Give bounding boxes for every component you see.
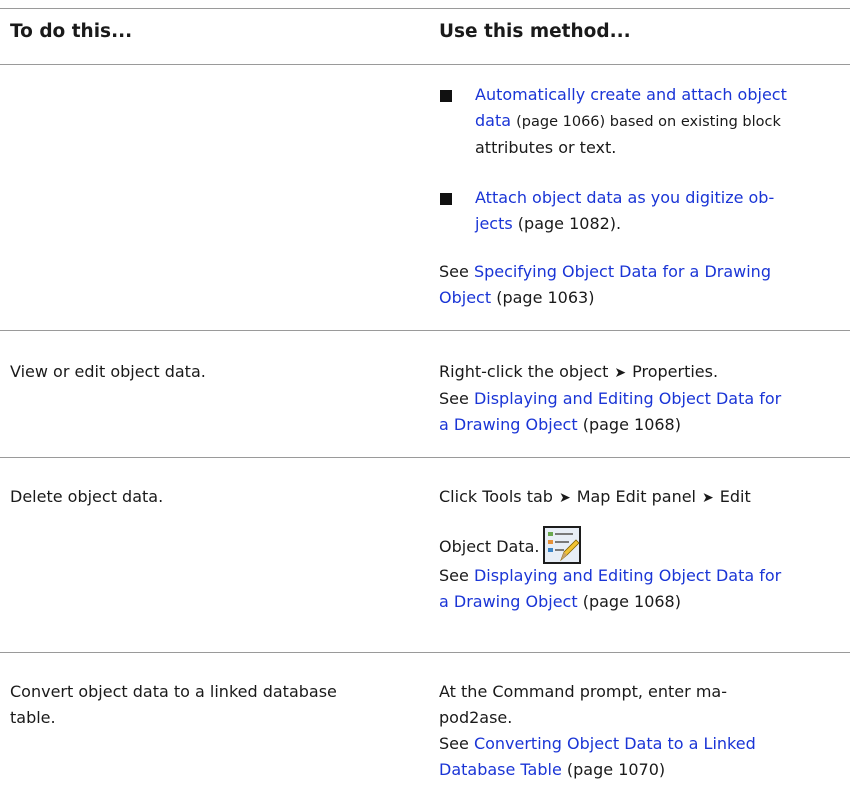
bullet-square-icon [440, 90, 452, 102]
method-step: Object Data. [439, 537, 540, 556]
arrow-right-icon: ➤ [702, 490, 714, 506]
link-specifying-object-data-cont[interactable]: Object [439, 288, 491, 307]
link-auto-create-object-data-cont[interactable]: data [475, 111, 511, 130]
method-step: At the Command prompt, enter ma- [439, 682, 727, 701]
row-divider [0, 330, 850, 331]
method-step: Properties. [632, 362, 719, 381]
link-displaying-editing-object-data-cont[interactable]: a Drawing Object [439, 415, 578, 434]
column-header-method: Use this method... [439, 21, 631, 42]
row-divider [0, 457, 850, 458]
task-line: table. [10, 708, 56, 727]
see-label: See [439, 262, 469, 281]
bullet-square-icon [440, 193, 452, 205]
page-ref: (page 1070) [566, 760, 666, 779]
link-attach-object-data[interactable]: Attach object data as you digitize ob- [475, 188, 774, 207]
method-text: Click Tools tab ➤ Map Edit panel ➤ Edit Obje… [439, 484, 844, 615]
arrow-right-icon: ➤ [558, 490, 571, 506]
link-displaying-editing-object-data[interactable]: Displaying and Editing Object Data for [474, 389, 781, 408]
column-header-task: To do this... [10, 21, 133, 42]
bullet-item: Automatically create and attach object d… [475, 82, 845, 161]
see-label: See [439, 734, 469, 753]
link-auto-create-object-data[interactable]: Automatically create and attach object [475, 85, 787, 104]
page-ref: (page 1068) [582, 592, 681, 611]
bullet-text: attributes or text. [475, 138, 617, 157]
method-step: Right-click the object [439, 362, 609, 381]
link-displaying-editing-object-data[interactable]: Displaying and Editing Object Data for [474, 566, 781, 585]
link-converting-object-data[interactable]: Converting Object Data to a Linked [474, 734, 756, 753]
edit-object-data-icon[interactable] [543, 526, 582, 564]
method-step: Click Tools tab [439, 487, 553, 506]
header-rule [0, 64, 850, 65]
page-ref: (page 1082). [517, 214, 622, 233]
task-text: View or edit object data. [10, 362, 206, 381]
method-step: pod2ase. [439, 708, 513, 727]
row-divider [0, 652, 850, 653]
page-ref: (page 1063) [496, 288, 595, 307]
method-text: At the Command prompt, enter ma- pod2ase… [439, 679, 844, 783]
link-attach-object-data-cont[interactable]: jects [475, 214, 513, 233]
task-text: Convert object data to a linked database… [10, 679, 420, 731]
method-text: Right-click the object ➤ Properties. See D… [439, 359, 844, 438]
task-text: Delete object data. [10, 487, 164, 506]
page-ref: (page 1068) [582, 415, 681, 434]
page-ref: (page 1066) based on existing block [516, 114, 781, 130]
bullet-item: Attach object data as you digitize ob- j… [475, 185, 845, 237]
see-label: See [439, 389, 469, 408]
see-label: See [439, 566, 469, 585]
method-step: Map Edit panel [576, 487, 696, 506]
link-specifying-object-data[interactable]: Specifying Object Data for a Drawing [474, 262, 771, 281]
task-line: Convert object data to a linked database [10, 682, 337, 701]
link-displaying-editing-object-data-cont[interactable]: a Drawing Object [439, 592, 578, 611]
table-top-rule [0, 8, 850, 9]
link-converting-object-data-cont[interactable]: Database Table [439, 760, 562, 779]
see-reference: See Specifying Object Data for a Drawing… [439, 259, 844, 311]
arrow-right-icon: ➤ [614, 365, 627, 381]
method-step: Edit [719, 487, 751, 506]
